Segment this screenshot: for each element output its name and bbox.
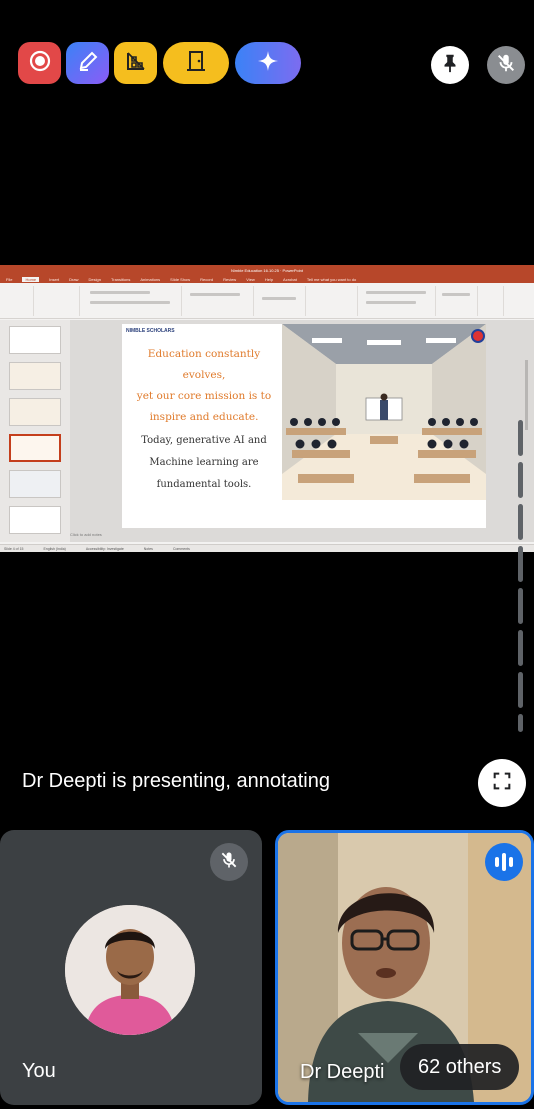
annotate-button[interactable] xyxy=(66,42,109,84)
scroll-segment xyxy=(518,420,523,456)
scroll-segment xyxy=(518,546,523,582)
slide-thumb[interactable] xyxy=(9,470,61,498)
tab-view: View xyxy=(246,276,255,282)
slide-scrollbar[interactable] xyxy=(525,360,528,430)
leave-button[interactable] xyxy=(163,42,229,84)
mute-indicator xyxy=(210,843,248,881)
tab-acrobat: Acrobat xyxy=(283,276,297,282)
others-button[interactable]: 62 others xyxy=(400,1044,520,1090)
slide-line: fundamental tools. xyxy=(156,479,252,490)
gemini-button[interactable] xyxy=(235,42,301,84)
participant-tile-deepti[interactable]: Dr Deepti 62 others xyxy=(275,830,534,1105)
ribbon-tabs: File Home Insert Draw Design Transitions… xyxy=(0,275,534,283)
scroll-segment xyxy=(518,714,523,732)
status-accessibility[interactable]: Accessibility: Investigate xyxy=(86,547,124,551)
classroom-illustration xyxy=(282,324,486,500)
record-button[interactable] xyxy=(18,42,61,84)
participant-tile-you[interactable]: You xyxy=(0,830,262,1105)
tab-help: Help xyxy=(264,276,274,282)
pin-icon xyxy=(439,52,461,79)
presenting-label: Dr Deepti is presenting, annotating xyxy=(22,770,330,792)
status-bar: Slide 4 of 15 English (India) Accessibil… xyxy=(0,544,534,552)
slide-thumb[interactable] xyxy=(9,362,61,390)
door-exit-icon xyxy=(184,49,208,78)
scroll-segment xyxy=(518,630,523,666)
tab-transitions: Transitions xyxy=(110,276,131,282)
current-slide: NIMBLE SCHOLARS Education constantly evo… xyxy=(122,324,486,528)
layout-button[interactable] xyxy=(114,42,157,84)
slide-thumbnails xyxy=(0,320,70,542)
scroll-segment xyxy=(518,672,523,708)
slide-line: Machine learning are xyxy=(149,457,259,468)
app-title: Nimble Education 16.10.25 · PowerPoint xyxy=(0,265,534,275)
pin-button[interactable] xyxy=(431,46,469,84)
tab-home: Home xyxy=(22,276,40,282)
participant-name: Dr Deepti xyxy=(300,1061,385,1083)
slide-line: yet our core mission is to xyxy=(136,390,272,402)
scroll-segment xyxy=(518,462,523,498)
tab-animations: Animations xyxy=(140,276,161,282)
tab-design: Design xyxy=(88,276,101,282)
slide-canvas: NIMBLE SCHOLARS Education constantly evo… xyxy=(70,320,534,542)
slide-thumb[interactable] xyxy=(9,398,61,426)
status-comments[interactable]: Comments xyxy=(173,547,190,551)
tab-file: File xyxy=(6,276,13,282)
slide-line: Education constantly evolves, xyxy=(147,348,261,381)
avatar xyxy=(65,905,195,1035)
tab-insert: Insert xyxy=(49,276,60,282)
slide-thumb[interactable] xyxy=(9,326,61,354)
layout-grid-icon xyxy=(124,49,148,78)
status-slide-count: Slide 4 of 15 xyxy=(4,546,24,551)
sparkle-icon xyxy=(256,49,280,78)
participant-name: You xyxy=(22,1060,56,1082)
tab-draw: Draw xyxy=(69,276,79,282)
slide-orange-text: Education constantly evolves, yet our co… xyxy=(126,344,282,428)
editor-body: NIMBLE SCHOLARS Education constantly evo… xyxy=(0,320,534,542)
mute-status-button[interactable] xyxy=(487,46,525,84)
ribbon xyxy=(0,283,534,319)
shared-screen[interactable]: Nimble Education 16.10.25 · PowerPoint F… xyxy=(0,265,534,552)
tab-review: Review xyxy=(223,276,237,282)
fullscreen-icon xyxy=(491,770,513,797)
slide-thumb-selected[interactable] xyxy=(9,434,61,462)
scroll-segment xyxy=(518,588,523,624)
tab-record: Record xyxy=(200,276,214,282)
slide-thumb[interactable] xyxy=(9,506,61,534)
record-icon xyxy=(28,49,52,78)
status-notes[interactable]: Notes xyxy=(144,547,153,551)
slide-line: inspire and educate. xyxy=(149,411,259,423)
mic-off-icon xyxy=(495,52,517,79)
audio-level-icon xyxy=(485,843,523,881)
mic-off-icon xyxy=(219,850,239,875)
tab-slide-show: Slide Show xyxy=(170,276,191,282)
scroll-segment xyxy=(518,504,523,540)
fullscreen-button[interactable] xyxy=(478,759,526,807)
slide-line: Today, generative AI and xyxy=(141,435,267,446)
slide-brand: NIMBLE SCHOLARS xyxy=(126,328,175,334)
annotate-pen-icon xyxy=(76,49,100,78)
search-hint: Tell me what you want to do xyxy=(306,276,357,282)
status-language: English (India) xyxy=(43,546,66,551)
notes-hint[interactable]: Click to add notes xyxy=(70,532,102,537)
slide-dark-text: Today, generative AI and Machine learnin… xyxy=(126,430,282,496)
